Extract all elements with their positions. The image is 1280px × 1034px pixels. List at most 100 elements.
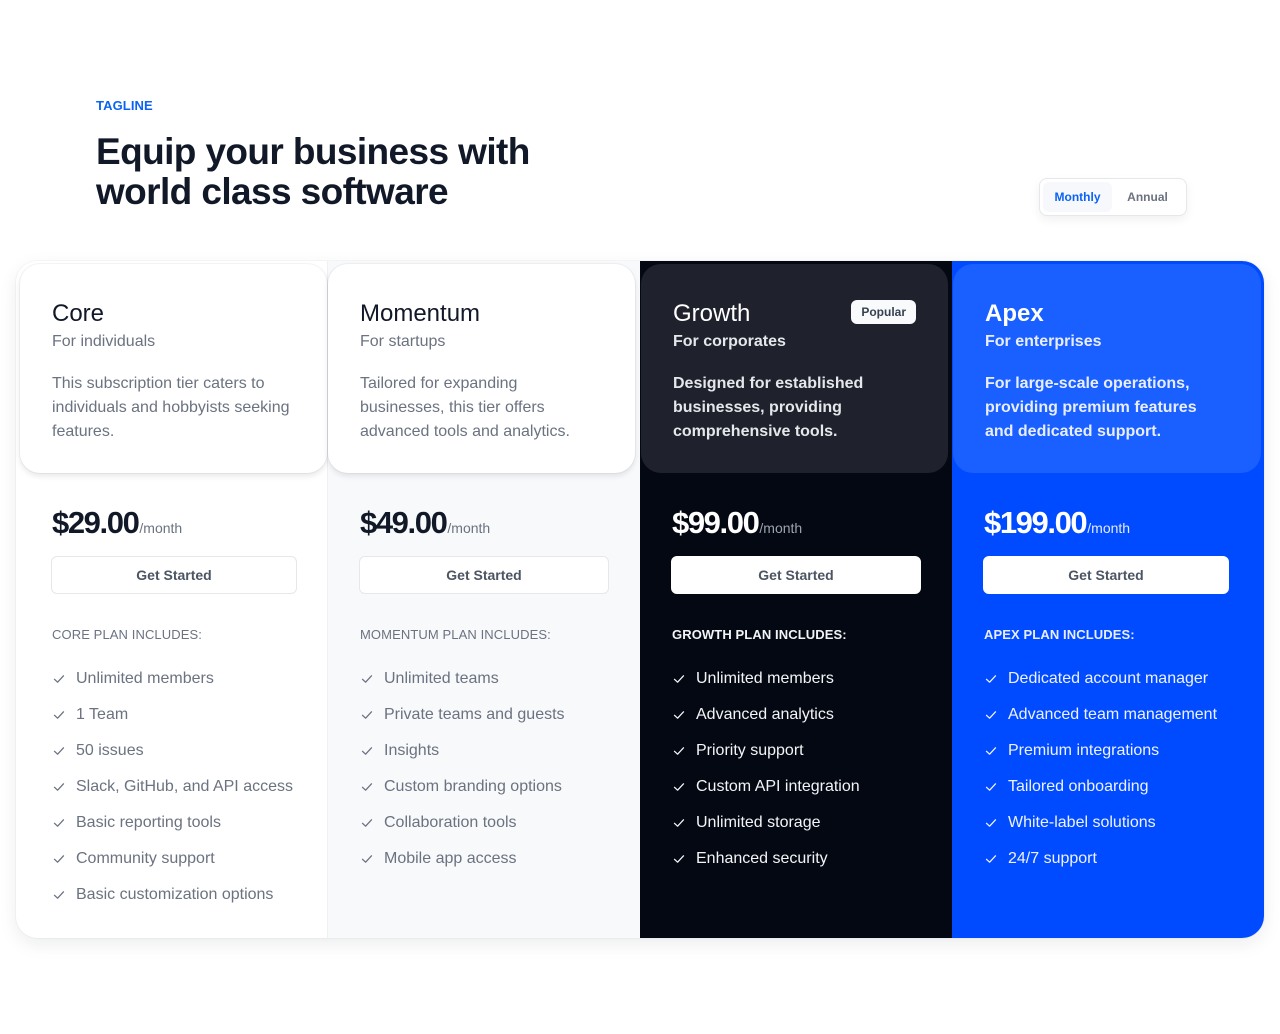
plan-description: Designed for established businesses, pro… bbox=[673, 375, 864, 440]
feature-item: Advanced analytics bbox=[672, 697, 860, 733]
check-icon bbox=[53, 783, 65, 791]
check-icon bbox=[985, 675, 997, 683]
popular-badge: Popular bbox=[851, 300, 916, 324]
plan-audience: For individuals bbox=[52, 333, 156, 350]
check-icon bbox=[53, 891, 65, 899]
feature-label: 50 issues bbox=[76, 742, 144, 759]
plan-name: Core bbox=[52, 300, 105, 327]
feature-item: Tailored onboarding bbox=[984, 769, 1217, 805]
feature-label: Custom API integration bbox=[696, 778, 860, 795]
check-icon bbox=[673, 819, 685, 827]
plan-header: Core For individuals This subscription t… bbox=[20, 264, 327, 473]
price-period: /month bbox=[139, 520, 183, 536]
plan-header: Apex For enterprises For large-scale ope… bbox=[953, 264, 1261, 473]
feature-label: Tailored onboarding bbox=[1008, 778, 1149, 795]
feature-item: 24/7 support bbox=[984, 841, 1217, 877]
feature-label: Enhanced security bbox=[696, 850, 828, 867]
includes-label: MOMENTUM PLAN INCLUDES: bbox=[360, 627, 551, 642]
get-started-button[interactable]: Get Started bbox=[51, 556, 297, 594]
price-row: $199.00 /month bbox=[984, 505, 1130, 541]
check-icon bbox=[361, 675, 373, 683]
feature-item: Unlimited storage bbox=[672, 805, 860, 841]
feature-label: Priority support bbox=[696, 742, 804, 759]
feature-item: Unlimited teams bbox=[360, 661, 565, 697]
feature-list: Unlimited teams Private teams and guests I… bbox=[360, 661, 565, 877]
plan-growth: Growth For corporates Designed for estab… bbox=[640, 261, 952, 938]
plan-apex: Apex For enterprises For large-scale ope… bbox=[952, 261, 1264, 938]
feature-label: Dedicated account manager bbox=[1008, 670, 1209, 687]
price-period: /month bbox=[447, 520, 491, 536]
feature-label: Insights bbox=[384, 742, 440, 759]
plan-price: $99.00 bbox=[672, 505, 760, 540]
check-icon bbox=[985, 783, 997, 791]
includes-label: CORE PLAN INCLUDES: bbox=[52, 627, 202, 642]
plan-price: $199.00 bbox=[984, 505, 1088, 540]
check-icon bbox=[53, 747, 65, 755]
feature-item: Basic customization options bbox=[52, 877, 293, 913]
feature-item: Mobile app access bbox=[360, 841, 565, 877]
check-icon bbox=[673, 675, 685, 683]
check-icon bbox=[673, 747, 685, 755]
feature-item: Community support bbox=[52, 841, 293, 877]
feature-item: 1 Team bbox=[52, 697, 293, 733]
feature-label: Custom branding options bbox=[384, 778, 562, 795]
check-icon bbox=[673, 855, 685, 863]
price-row: $49.00 /month bbox=[360, 505, 490, 541]
check-icon bbox=[985, 855, 997, 863]
feature-item: Advanced team management bbox=[984, 697, 1217, 733]
feature-item: Collaboration tools bbox=[360, 805, 565, 841]
check-icon bbox=[361, 819, 373, 827]
includes-label: APEX PLAN INCLUDES: bbox=[984, 627, 1135, 642]
feature-label: Unlimited members bbox=[696, 670, 834, 687]
plan-description: This subscription tier caters to individ… bbox=[52, 375, 290, 440]
billing-option-monthly[interactable]: Monthly bbox=[1043, 182, 1113, 212]
feature-label: Advanced team management bbox=[1008, 706, 1218, 723]
get-started-button[interactable]: Get Started bbox=[671, 556, 921, 594]
feature-item: Premium integrations bbox=[984, 733, 1217, 769]
pricing-plans: Core For individuals This subscription t… bbox=[16, 261, 1264, 938]
check-icon bbox=[985, 819, 997, 827]
feature-label: Collaboration tools bbox=[384, 814, 517, 831]
check-icon bbox=[53, 819, 65, 827]
feature-item: Custom API integration bbox=[672, 769, 860, 805]
plan-description: Tailored for expanding businesses, this … bbox=[360, 375, 570, 440]
feature-label: Basic reporting tools bbox=[76, 814, 221, 831]
check-icon bbox=[53, 711, 65, 719]
plan-core: Core For individuals This subscription t… bbox=[16, 261, 328, 938]
get-started-button[interactable]: Get Started bbox=[983, 556, 1229, 594]
get-started-button[interactable]: Get Started bbox=[359, 556, 609, 594]
feature-label: White-label solutions bbox=[1008, 814, 1156, 831]
feature-label: Unlimited teams bbox=[384, 670, 499, 687]
feature-item: 50 issues bbox=[52, 733, 293, 769]
feature-item: Slack, GitHub, and API access bbox=[52, 769, 293, 805]
check-icon bbox=[53, 675, 65, 683]
feature-item: Basic reporting tools bbox=[52, 805, 293, 841]
feature-label: Unlimited members bbox=[76, 670, 214, 687]
check-icon bbox=[361, 855, 373, 863]
feature-item: Priority support bbox=[672, 733, 860, 769]
feature-item: Unlimited members bbox=[672, 661, 860, 697]
billing-toggle: Monthly Annual bbox=[1039, 178, 1187, 216]
check-icon bbox=[985, 747, 997, 755]
plan-audience: For startups bbox=[360, 333, 446, 350]
includes-label: GROWTH PLAN INCLUDES: bbox=[672, 627, 847, 642]
price-period: /month bbox=[1087, 520, 1131, 536]
plan-momentum: Momentum For startups Tailored for expan… bbox=[328, 261, 640, 938]
billing-option-annual[interactable]: Annual bbox=[1112, 182, 1183, 212]
feature-list: Dedicated account manager Advanced team m… bbox=[984, 661, 1217, 877]
plan-price: $29.00 bbox=[52, 505, 140, 540]
check-icon bbox=[53, 855, 65, 863]
feature-label: Basic customization options bbox=[76, 886, 274, 903]
check-icon bbox=[361, 747, 373, 755]
feature-item: Custom branding options bbox=[360, 769, 565, 805]
feature-label: Unlimited storage bbox=[696, 814, 821, 831]
tagline: TAGLINE bbox=[96, 98, 153, 113]
feature-item: Insights bbox=[360, 733, 565, 769]
plan-header: Momentum For startups Tailored for expan… bbox=[328, 264, 635, 473]
check-icon bbox=[673, 711, 685, 719]
plan-description: For large-scale operations, providing pr… bbox=[985, 375, 1197, 440]
plan-name: Momentum bbox=[360, 300, 481, 327]
feature-item: Dedicated account manager bbox=[984, 661, 1217, 697]
feature-item: Unlimited members bbox=[52, 661, 293, 697]
plan-audience: For enterprises bbox=[985, 333, 1102, 350]
